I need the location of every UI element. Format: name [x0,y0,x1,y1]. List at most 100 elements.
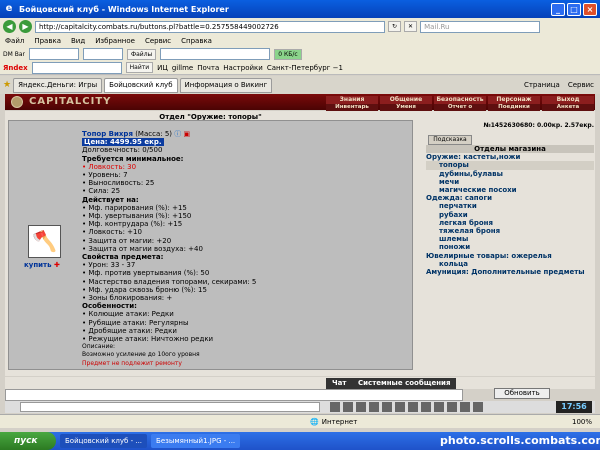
dept-sub[interactable]: перчатки [426,202,594,210]
settings-button[interactable]: Настройки [223,64,263,72]
url-input[interactable]: http://capitalcity.combats.ru/buttons.pl… [35,20,385,33]
act-item: Мф. увертывания (%): +150 [88,212,192,221]
tab-yandex-money[interactable]: Яндекс.Деньги: Игры [13,77,103,93]
chat-icons-row [330,402,483,412]
dmbar-input[interactable] [28,48,79,60]
tab-chat[interactable]: Чат [326,378,353,389]
page-menu[interactable]: Страница [524,81,560,89]
nav-inventory[interactable]: Инвентарь [326,104,378,111]
files-input[interactable] [160,48,271,60]
nav-exit[interactable]: Выход [542,96,594,104]
start-button[interactable]: пуск [0,432,56,450]
ic-button[interactable]: ИЦ [157,64,168,72]
chat-tool-icon[interactable] [460,402,470,412]
refresh-page-button[interactable]: ↻ [388,21,402,32]
dept-sub-axes[interactable]: топоры [426,161,594,170]
back-button[interactable]: ◀ [3,20,16,33]
hint-button[interactable]: Подсказка [428,135,472,145]
nav-fights[interactable]: Поединки [488,104,540,111]
feature-item: Рубящие атаки: Регулярны [88,318,189,327]
chat-tool-icon[interactable] [369,402,379,412]
toolbar-dmbar: DM Bar Файлы 0 КБ/с [0,47,600,61]
prop-item: Зоны блокирования: + [88,294,173,303]
maximize-button[interactable]: □ [567,2,581,16]
refresh-button[interactable]: Обновить [494,388,550,399]
dept-sub[interactable]: мечи [426,178,594,186]
chat-log[interactable] [5,389,463,401]
watermark: photo.scrolls.combats.com [440,434,600,447]
favorites-star-icon[interactable]: ★ [3,80,11,90]
dept-sub[interactable]: магические посохи [426,186,594,194]
yandex-logo: Яndex [3,63,28,72]
item-name[interactable]: Топор Вихря [82,130,133,138]
nav-knowledge[interactable]: Знания [326,96,378,104]
menu-tools[interactable]: Сервис [145,37,171,45]
dept-category[interactable]: Амуниция: Дополнительные предметы [426,268,594,276]
chat-tool-icon[interactable] [343,402,353,412]
info-icon[interactable]: ⓘ [174,130,181,138]
task-combats[interactable]: Бойцовский клуб - ... [60,434,148,448]
plus-icon[interactable]: ✚ [54,261,60,269]
chat-input[interactable] [20,402,320,412]
tab-system-messages[interactable]: Системные сообщения [352,378,457,389]
dept-category[interactable]: Оружие: кастеты,ножи [426,153,594,161]
dmbar-input-2[interactable] [82,48,123,60]
yandex-search-input[interactable] [31,61,122,74]
stop-button[interactable]: ✕ [404,21,418,32]
chat-tool-icon[interactable] [408,402,418,412]
menu-help[interactable]: Справка [181,37,212,45]
weather-city[interactable]: Санкт-Петербург −1 [267,64,343,72]
chat-tool-icon[interactable] [330,402,340,412]
dept-sub[interactable]: рубахи [426,211,594,219]
chat-tool-icon[interactable] [382,402,392,412]
menu-favorites[interactable]: Избранное [95,37,135,45]
gift-icon[interactable]: ▣ [183,130,190,138]
menu-edit[interactable]: Правка [34,37,61,45]
task-image[interactable]: Безымянный1.JPG - ... [151,434,241,448]
nav-transfer-report[interactable]: Отчет о переводах [434,104,486,117]
nav-security[interactable]: Безопасность [434,96,486,104]
shop-departments: Отделы магазина Оружие: кастеты,ножи топ… [426,145,594,276]
feature-item: Дробящие атаки: Редки [88,326,177,335]
chat-tool-icon[interactable] [434,402,444,412]
chat-tool-icon[interactable] [421,402,431,412]
tab-combats[interactable]: Бойцовский клуб [104,77,178,93]
forward-button[interactable]: ▶ [19,20,32,33]
zoom-level[interactable]: 100% [572,418,592,426]
search-input[interactable]: Mail.Ru [420,20,541,33]
menu-file[interactable]: Файл [5,37,24,45]
find-button[interactable]: Найти [125,62,154,73]
chat-tool-icon[interactable] [395,402,405,412]
departments-title: Отделы магазина [426,145,594,154]
dept-sub[interactable]: тяжелая броня [426,227,594,235]
toolbar-yandex: Яndex Найти ИЦ gillme Почта Настройки Са… [0,61,600,75]
gillme-button[interactable]: gillme [172,64,193,72]
dept-category[interactable]: Ювелирные товары: ожерелья [426,252,594,260]
chat-tool-icon[interactable] [447,402,457,412]
tab-viking-info[interactable]: Информация о Викинг [179,77,273,93]
nav-chat[interactable]: Общение [380,96,432,104]
nav-character[interactable]: Персонаж [488,96,540,104]
game-nav-bottom: Инвентарь Уменя Отчет о переводах Поедин… [326,104,594,117]
prop-item: Мф. против увертывания (%): 50 [88,269,210,278]
dept-sub[interactable]: шлемы [426,235,594,243]
nav-skills[interactable]: Уменя [380,104,432,111]
buy-label[interactable]: купить [24,261,52,269]
close-button[interactable]: × [583,2,597,16]
chat-tool-icon[interactable] [356,402,366,412]
menu-view[interactable]: Вид [71,37,85,45]
buy-link[interactable]: купить ✚ [24,261,60,269]
dept-sub[interactable]: дубины,булавы [426,170,594,178]
account-balance: №1452630680: 0.00кр. 2.57екр. [483,122,594,129]
service-menu[interactable]: Сервис [568,81,594,89]
dept-category[interactable]: Одежда: сапоги [426,194,594,202]
dept-sub[interactable]: кольца [426,260,594,268]
dept-sub[interactable]: легкая броня [426,219,594,227]
chat-tool-icon[interactable] [473,402,483,412]
dept-sub[interactable]: поножи [426,243,594,251]
files-dropdown[interactable]: Файлы [126,48,157,60]
minimize-button[interactable]: _ [551,2,565,16]
nav-profile[interactable]: Анкета [542,104,594,111]
mail-button[interactable]: Почта [197,64,219,72]
window-titlebar: e Бойцовский клуб - Windows Internet Exp… [0,0,600,18]
